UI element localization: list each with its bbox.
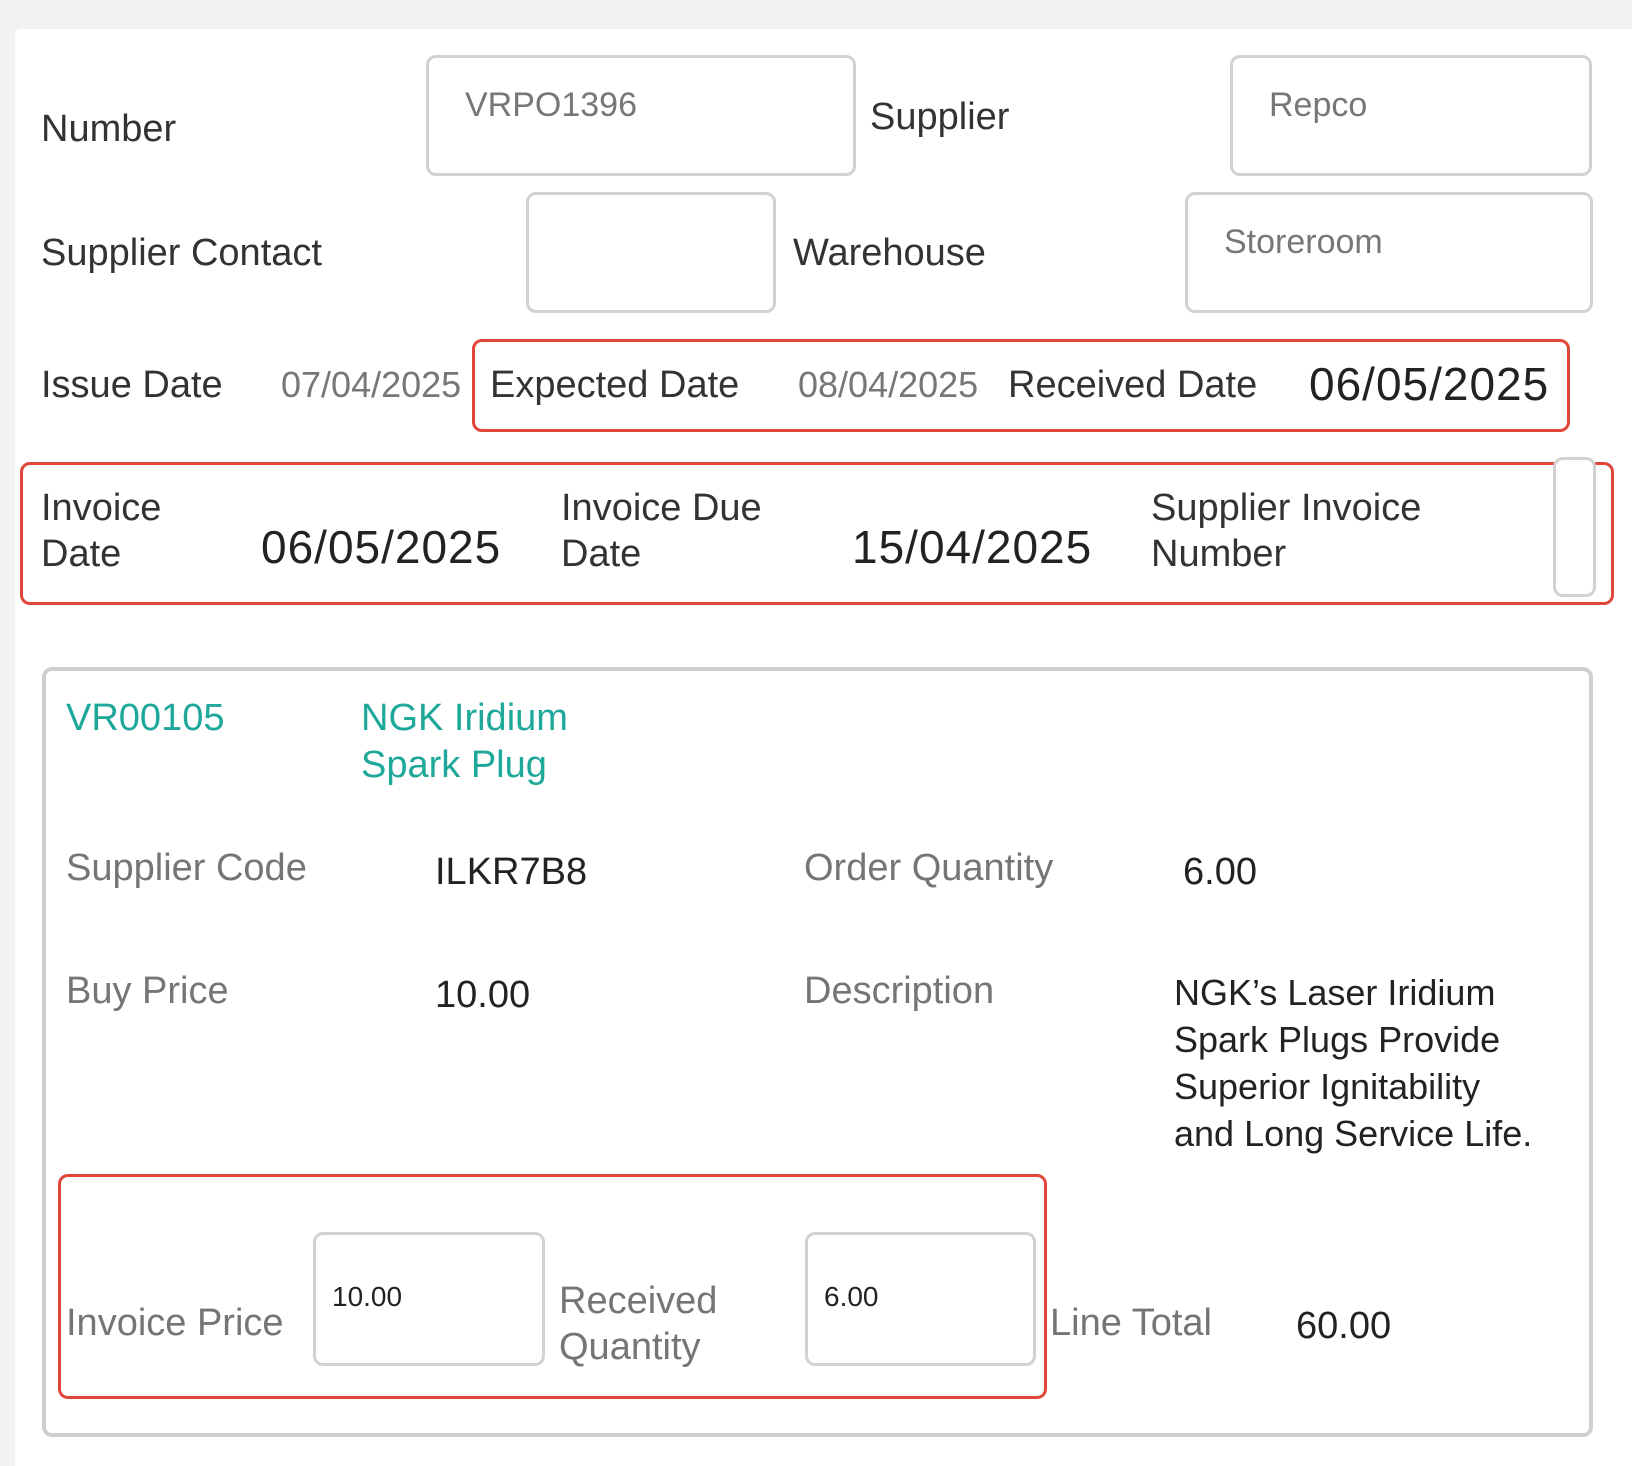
received-quantity-input[interactable]: 6.00 bbox=[805, 1232, 1036, 1366]
line-total-label: Line Total bbox=[1050, 1302, 1212, 1344]
supplier-invoice-number-label-line1: Supplier Invoice bbox=[1151, 487, 1422, 529]
buy-price-label: Buy Price bbox=[66, 970, 229, 1012]
buy-price-value: 10.00 bbox=[435, 974, 531, 1016]
supplier-invoice-number-field[interactable] bbox=[1553, 457, 1596, 597]
line-total-value: 60.00 bbox=[1296, 1305, 1392, 1347]
invoice-due-date-label-line1: Invoice Due bbox=[561, 487, 762, 529]
order-quantity-value: 6.00 bbox=[1183, 851, 1257, 893]
description-value: NGK’s Laser Iridium Spark Plugs Provide … bbox=[1174, 972, 1533, 1154]
supplier-code-value: ILKR7B8 bbox=[435, 851, 588, 893]
invoice-date-value[interactable]: 06/05/2025 bbox=[261, 520, 501, 574]
invoice-due-date-label-line2: Date bbox=[561, 533, 642, 575]
item-name-line2[interactable]: Spark Plug bbox=[361, 742, 547, 789]
supplier-code-label: Supplier Code bbox=[66, 847, 307, 889]
supplier-field[interactable]: Repco bbox=[1230, 55, 1592, 176]
issue-date-value[interactable]: 07/04/2025 bbox=[281, 364, 461, 406]
item-code[interactable]: VR00105 bbox=[66, 695, 224, 742]
order-quantity-label: Order Quantity bbox=[804, 847, 1054, 889]
expected-date-label: Expected Date bbox=[490, 364, 740, 406]
supplier-contact-field[interactable] bbox=[526, 192, 776, 313]
description-label: Description bbox=[804, 970, 995, 1012]
supplier-label: Supplier bbox=[870, 96, 1010, 138]
invoice-price-input[interactable]: 10.00 bbox=[313, 1232, 545, 1366]
number-value: VRPO1396 bbox=[465, 86, 637, 124]
supplier-value: Repco bbox=[1269, 86, 1368, 124]
invoice-price-label: Invoice Price bbox=[66, 1302, 284, 1344]
received-quantity-label-line2: Quantity bbox=[559, 1326, 701, 1368]
invoice-date-label-line2: Date bbox=[41, 533, 122, 575]
received-quantity-label-line1: Received bbox=[559, 1280, 718, 1322]
supplier-invoice-number-label-line2: Number bbox=[1151, 533, 1287, 575]
warehouse-field[interactable]: Storeroom bbox=[1185, 192, 1593, 313]
supplier-contact-label: Supplier Contact bbox=[41, 232, 322, 274]
item-name-line1[interactable]: NGK Iridium bbox=[361, 695, 568, 742]
number-field[interactable]: VRPO1396 bbox=[426, 55, 856, 176]
issue-date-label: Issue Date bbox=[41, 364, 223, 406]
received-date-label: Received Date bbox=[1008, 364, 1258, 406]
received-quantity-input-value: 6.00 bbox=[824, 1281, 879, 1312]
invoice-price-input-value: 10.00 bbox=[332, 1281, 403, 1312]
invoice-due-date-value[interactable]: 15/04/2025 bbox=[852, 520, 1092, 574]
number-label: Number bbox=[41, 108, 177, 150]
warehouse-label: Warehouse bbox=[793, 232, 986, 274]
received-date-value[interactable]: 06/05/2025 bbox=[1309, 357, 1549, 411]
expected-date-value[interactable]: 08/04/2025 bbox=[798, 364, 978, 406]
invoice-date-label-line1: Invoice bbox=[41, 487, 162, 529]
warehouse-value: Storeroom bbox=[1224, 223, 1383, 261]
